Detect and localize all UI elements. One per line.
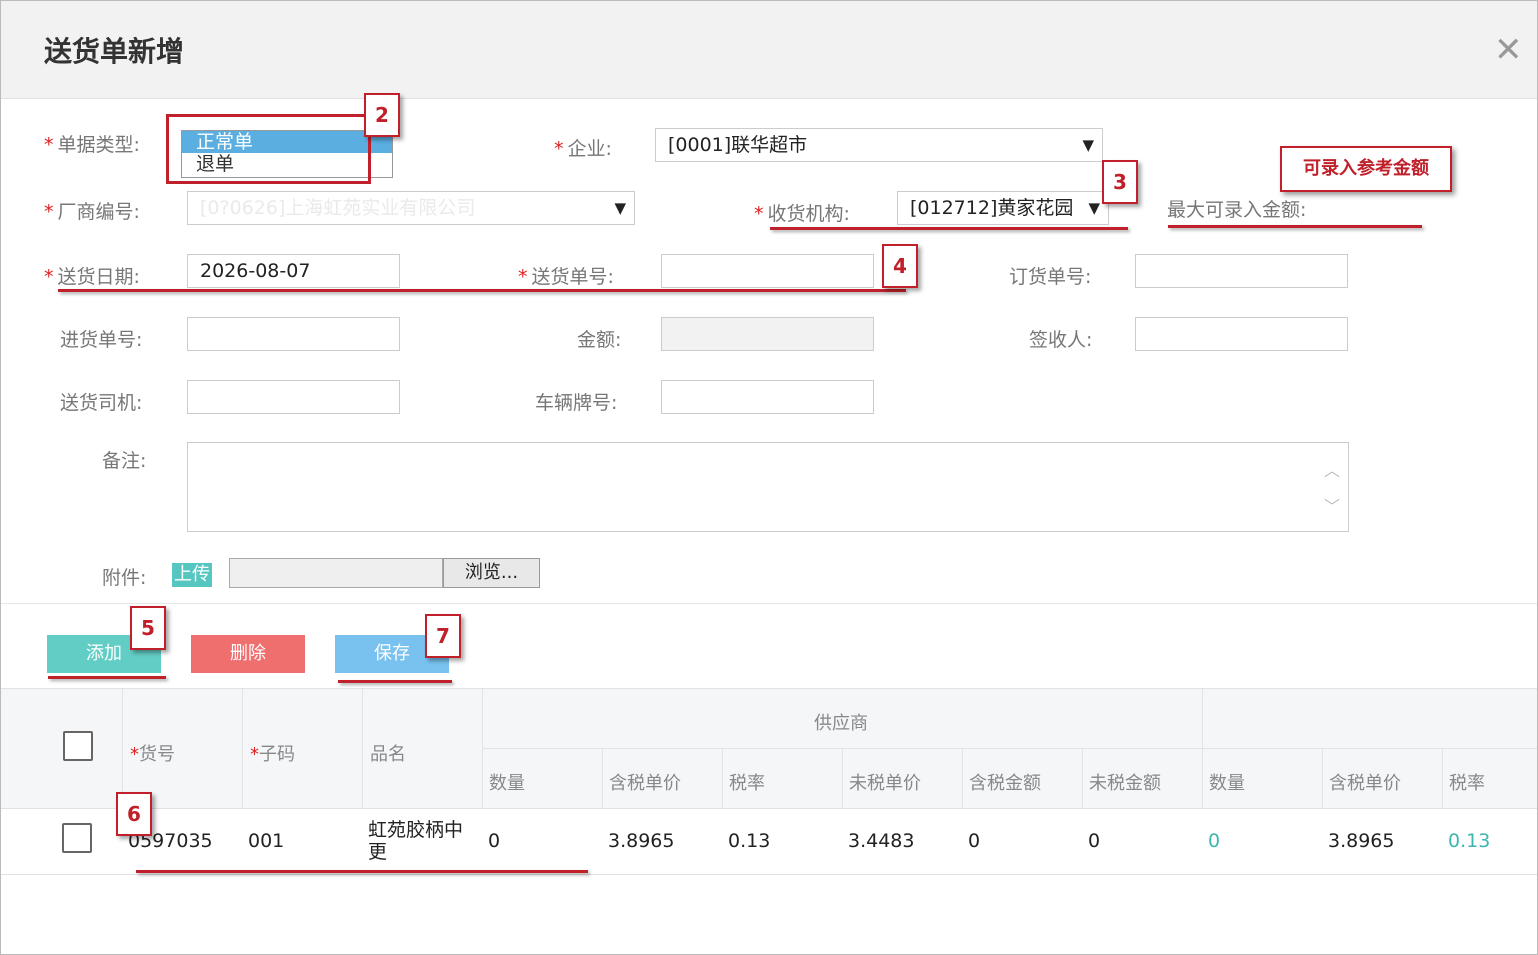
col-header-amount-tax: 含税金额 — [969, 773, 1041, 794]
column-divider — [962, 749, 963, 809]
dialog-title: 送货单新增 — [44, 35, 185, 68]
col-group-supplier: 供应商 — [814, 713, 868, 734]
scroll-down-icon[interactable]: ﹀ — [1324, 493, 1340, 517]
header-row-divider — [483, 748, 1537, 749]
row-checkbox[interactable] — [62, 823, 92, 853]
signer-label: 签收人: — [1029, 329, 1093, 351]
column-divider — [1442, 749, 1443, 809]
annotation-number-3: 3 — [1102, 160, 1138, 204]
section-divider — [1, 603, 1537, 604]
highlight-underline-delivery — [58, 289, 906, 292]
highlight-underline-row — [136, 870, 588, 873]
column-divider — [1322, 749, 1323, 809]
purchase-no-input[interactable] — [187, 317, 400, 351]
chevron-down-icon: ▼ — [614, 199, 626, 217]
browse-button[interactable]: 浏览... — [443, 558, 540, 588]
doc-type-label: * 单据类型: — [44, 134, 140, 156]
signer-input[interactable] — [1135, 317, 1348, 351]
col-header-amount-notax: 未税金额 — [1089, 773, 1161, 794]
column-divider — [602, 749, 603, 809]
select-all-checkbox[interactable] — [63, 731, 93, 761]
cell-tax-rate-2: 0.13 — [1448, 830, 1491, 852]
order-no-input[interactable] — [1135, 254, 1348, 288]
attachment-label: 附件: — [102, 567, 147, 589]
cell-qty[interactable]: 0 — [488, 830, 500, 852]
cell-price-tax: 3.8965 — [608, 830, 675, 852]
annotation-number-6: 6 — [116, 792, 152, 836]
col-header-sub-code: *子码 — [250, 744, 295, 765]
col-header-tax-rate-2: 税率 — [1449, 773, 1485, 794]
col-header-tax-rate: 税率 — [729, 773, 765, 794]
cell-name: 虹苑胶柄中 更 — [368, 819, 464, 863]
plate-label: 车辆牌号: — [535, 392, 618, 414]
remark-label: 备注: — [102, 450, 147, 472]
company-select[interactable]: [0001]联华超市 ▼ — [655, 128, 1103, 162]
delivery-date-input[interactable]: 2026-08-07 — [187, 254, 400, 288]
upload-button[interactable]: 上传 — [172, 563, 212, 587]
annotation-number-4: 4 — [882, 244, 918, 288]
delivery-date-label: * 送货日期: — [44, 266, 140, 288]
driver-input[interactable] — [187, 380, 400, 414]
cell-sub-code: 001 — [248, 830, 285, 852]
highlight-underline-receiving-org — [770, 227, 1128, 230]
cell-qty-2: 0 — [1208, 830, 1221, 852]
cell-price-tax-2: 3.8965 — [1328, 830, 1395, 852]
scroll-up-icon[interactable]: ︿ — [1324, 457, 1340, 481]
cell-tax-rate: 0.13 — [728, 830, 771, 852]
chevron-down-icon: ▼ — [1082, 136, 1094, 154]
annotation-number-5: 5 — [130, 606, 166, 650]
max-amount-label: 最大可录入金额: — [1167, 199, 1307, 221]
column-divider — [362, 689, 363, 809]
company-label: * 企业: — [554, 138, 612, 160]
delivery-no-label: * 送货单号: — [518, 266, 614, 288]
dialog-header — [1, 1, 1537, 99]
row-divider — [1, 874, 1537, 875]
delete-button[interactable]: 删除 — [191, 635, 305, 673]
amount-input — [661, 317, 874, 351]
plate-input[interactable] — [661, 380, 874, 414]
column-divider — [482, 689, 483, 809]
file-path-input[interactable] — [229, 558, 443, 588]
col-header-item-no: *货号 — [130, 744, 175, 765]
col-header-price-notax: 未税单价 — [849, 773, 921, 794]
column-divider — [842, 749, 843, 809]
column-divider — [1202, 689, 1203, 809]
purchase-no-label: 进货单号: — [60, 329, 143, 351]
annotation-number-7: 7 — [425, 614, 461, 658]
callout-reference-amount: 可录入参考金额 — [1280, 146, 1452, 192]
column-divider — [722, 749, 723, 809]
chevron-down-icon: ▼ — [1088, 199, 1100, 217]
cell-amount-tax: 0 — [968, 830, 981, 852]
driver-label: 送货司机: — [60, 392, 143, 414]
close-icon[interactable]: ✕ — [1494, 30, 1523, 70]
cell-amount-notax: 0 — [1088, 830, 1101, 852]
highlight-box-doc-type — [166, 114, 371, 184]
col-header-price-tax-2: 含税单价 — [1329, 773, 1401, 794]
receiving-org-select[interactable]: [012712]黄家花园 ▼ — [897, 191, 1109, 225]
col-header-qty-2: 数量 — [1209, 773, 1245, 794]
col-header-qty: 数量 — [489, 773, 525, 794]
remark-textarea[interactable]: ︿ ﹀ — [187, 442, 1349, 532]
col-header-price-tax: 含税单价 — [609, 773, 681, 794]
delivery-no-input[interactable] — [661, 254, 874, 288]
highlight-underline-max-amount — [1168, 225, 1422, 228]
column-divider — [122, 689, 123, 809]
amount-label: 金额: — [577, 329, 622, 351]
column-divider — [242, 689, 243, 809]
receiving-org-label: * 收货机构: — [754, 203, 850, 225]
vendor-code-select[interactable]: [0?0626]上海虹苑实业有限公司 ▼ — [187, 191, 635, 225]
col-header-name: 品名 — [370, 744, 406, 765]
cell-price-notax: 3.4483 — [848, 830, 915, 852]
highlight-underline-add — [48, 676, 166, 679]
highlight-underline-save — [338, 680, 452, 683]
order-no-label: 订货单号: — [1009, 266, 1092, 288]
annotation-number-2: 2 — [364, 93, 400, 137]
vendor-code-label: * 厂商编号: — [44, 201, 140, 223]
column-divider — [1082, 749, 1083, 809]
